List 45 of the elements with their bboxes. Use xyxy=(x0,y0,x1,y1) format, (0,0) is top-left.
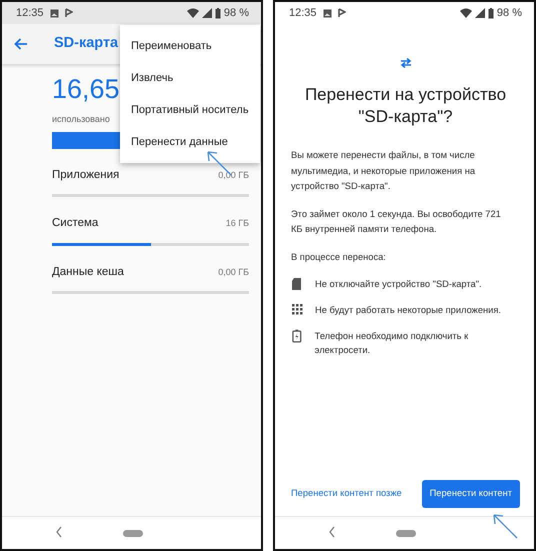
menu-item[interactable]: Портативный носитель xyxy=(120,94,260,126)
battery-icon xyxy=(488,8,494,18)
sd-card-icon xyxy=(291,277,303,291)
flag-icon xyxy=(338,8,346,18)
category-size: 0,00 ГБ xyxy=(218,266,249,278)
move-button[interactable]: Перенести контент xyxy=(422,480,520,508)
pointer-arrow xyxy=(491,512,519,540)
note-text: Не отключайте устройство "SD-карта". xyxy=(315,278,482,291)
swap-icon xyxy=(398,58,412,68)
home-button[interactable] xyxy=(396,530,416,537)
battery-level: 98 % xyxy=(496,6,522,21)
battery-level: 98 % xyxy=(224,6,249,21)
back-icon[interactable] xyxy=(55,526,63,538)
signal-icon xyxy=(202,8,212,18)
battery-charging-icon xyxy=(291,329,303,343)
back-icon[interactable] xyxy=(328,526,336,538)
category-name: Приложения xyxy=(52,168,120,183)
wifi-icon xyxy=(460,8,472,18)
menu-item[interactable]: Переименовать xyxy=(120,30,260,62)
category-name: Система xyxy=(52,216,98,232)
note-text: Телефон необходимо подключить к электросети. xyxy=(314,330,470,357)
dialog-title: Перенести на устройство "SD-карта"? xyxy=(304,84,508,128)
signal-icon xyxy=(474,8,485,18)
grid-icon xyxy=(291,303,303,317)
info-text: Вы можете перенести файлы, в том числе мультимедиа, и некоторые приложения на устройство "SD-карта". xyxy=(291,149,476,193)
battery-icon xyxy=(214,8,221,18)
wifi-icon xyxy=(186,8,199,18)
screen-title: SD-карта xyxy=(54,34,118,54)
later-link[interactable]: Перенести контент позже xyxy=(291,487,402,501)
flag-icon xyxy=(64,8,73,18)
info-text: Это займет около 1 секунда. Вы освободите 721 КБ внутренней памяти телефона. xyxy=(291,208,502,236)
category-size: 16 ГБ xyxy=(226,217,249,230)
used-caption: использовано xyxy=(52,113,110,126)
status-time: 12:35 xyxy=(289,6,317,21)
status-time: 12:35 xyxy=(16,6,44,21)
note-text: Не будут работать некоторые приложения. xyxy=(315,304,501,317)
used-amount: 16,65 xyxy=(52,74,120,104)
category-name: Данные кеша xyxy=(52,264,124,280)
home-button[interactable] xyxy=(123,530,143,537)
info-text: В процессе переноса: xyxy=(291,250,387,264)
menu-item[interactable]: Перенести данные xyxy=(120,126,260,158)
back-arrow-icon[interactable] xyxy=(14,38,28,50)
image-icon xyxy=(322,8,332,18)
menu-item[interactable]: Извлечь xyxy=(120,62,260,94)
image-icon xyxy=(50,8,59,18)
